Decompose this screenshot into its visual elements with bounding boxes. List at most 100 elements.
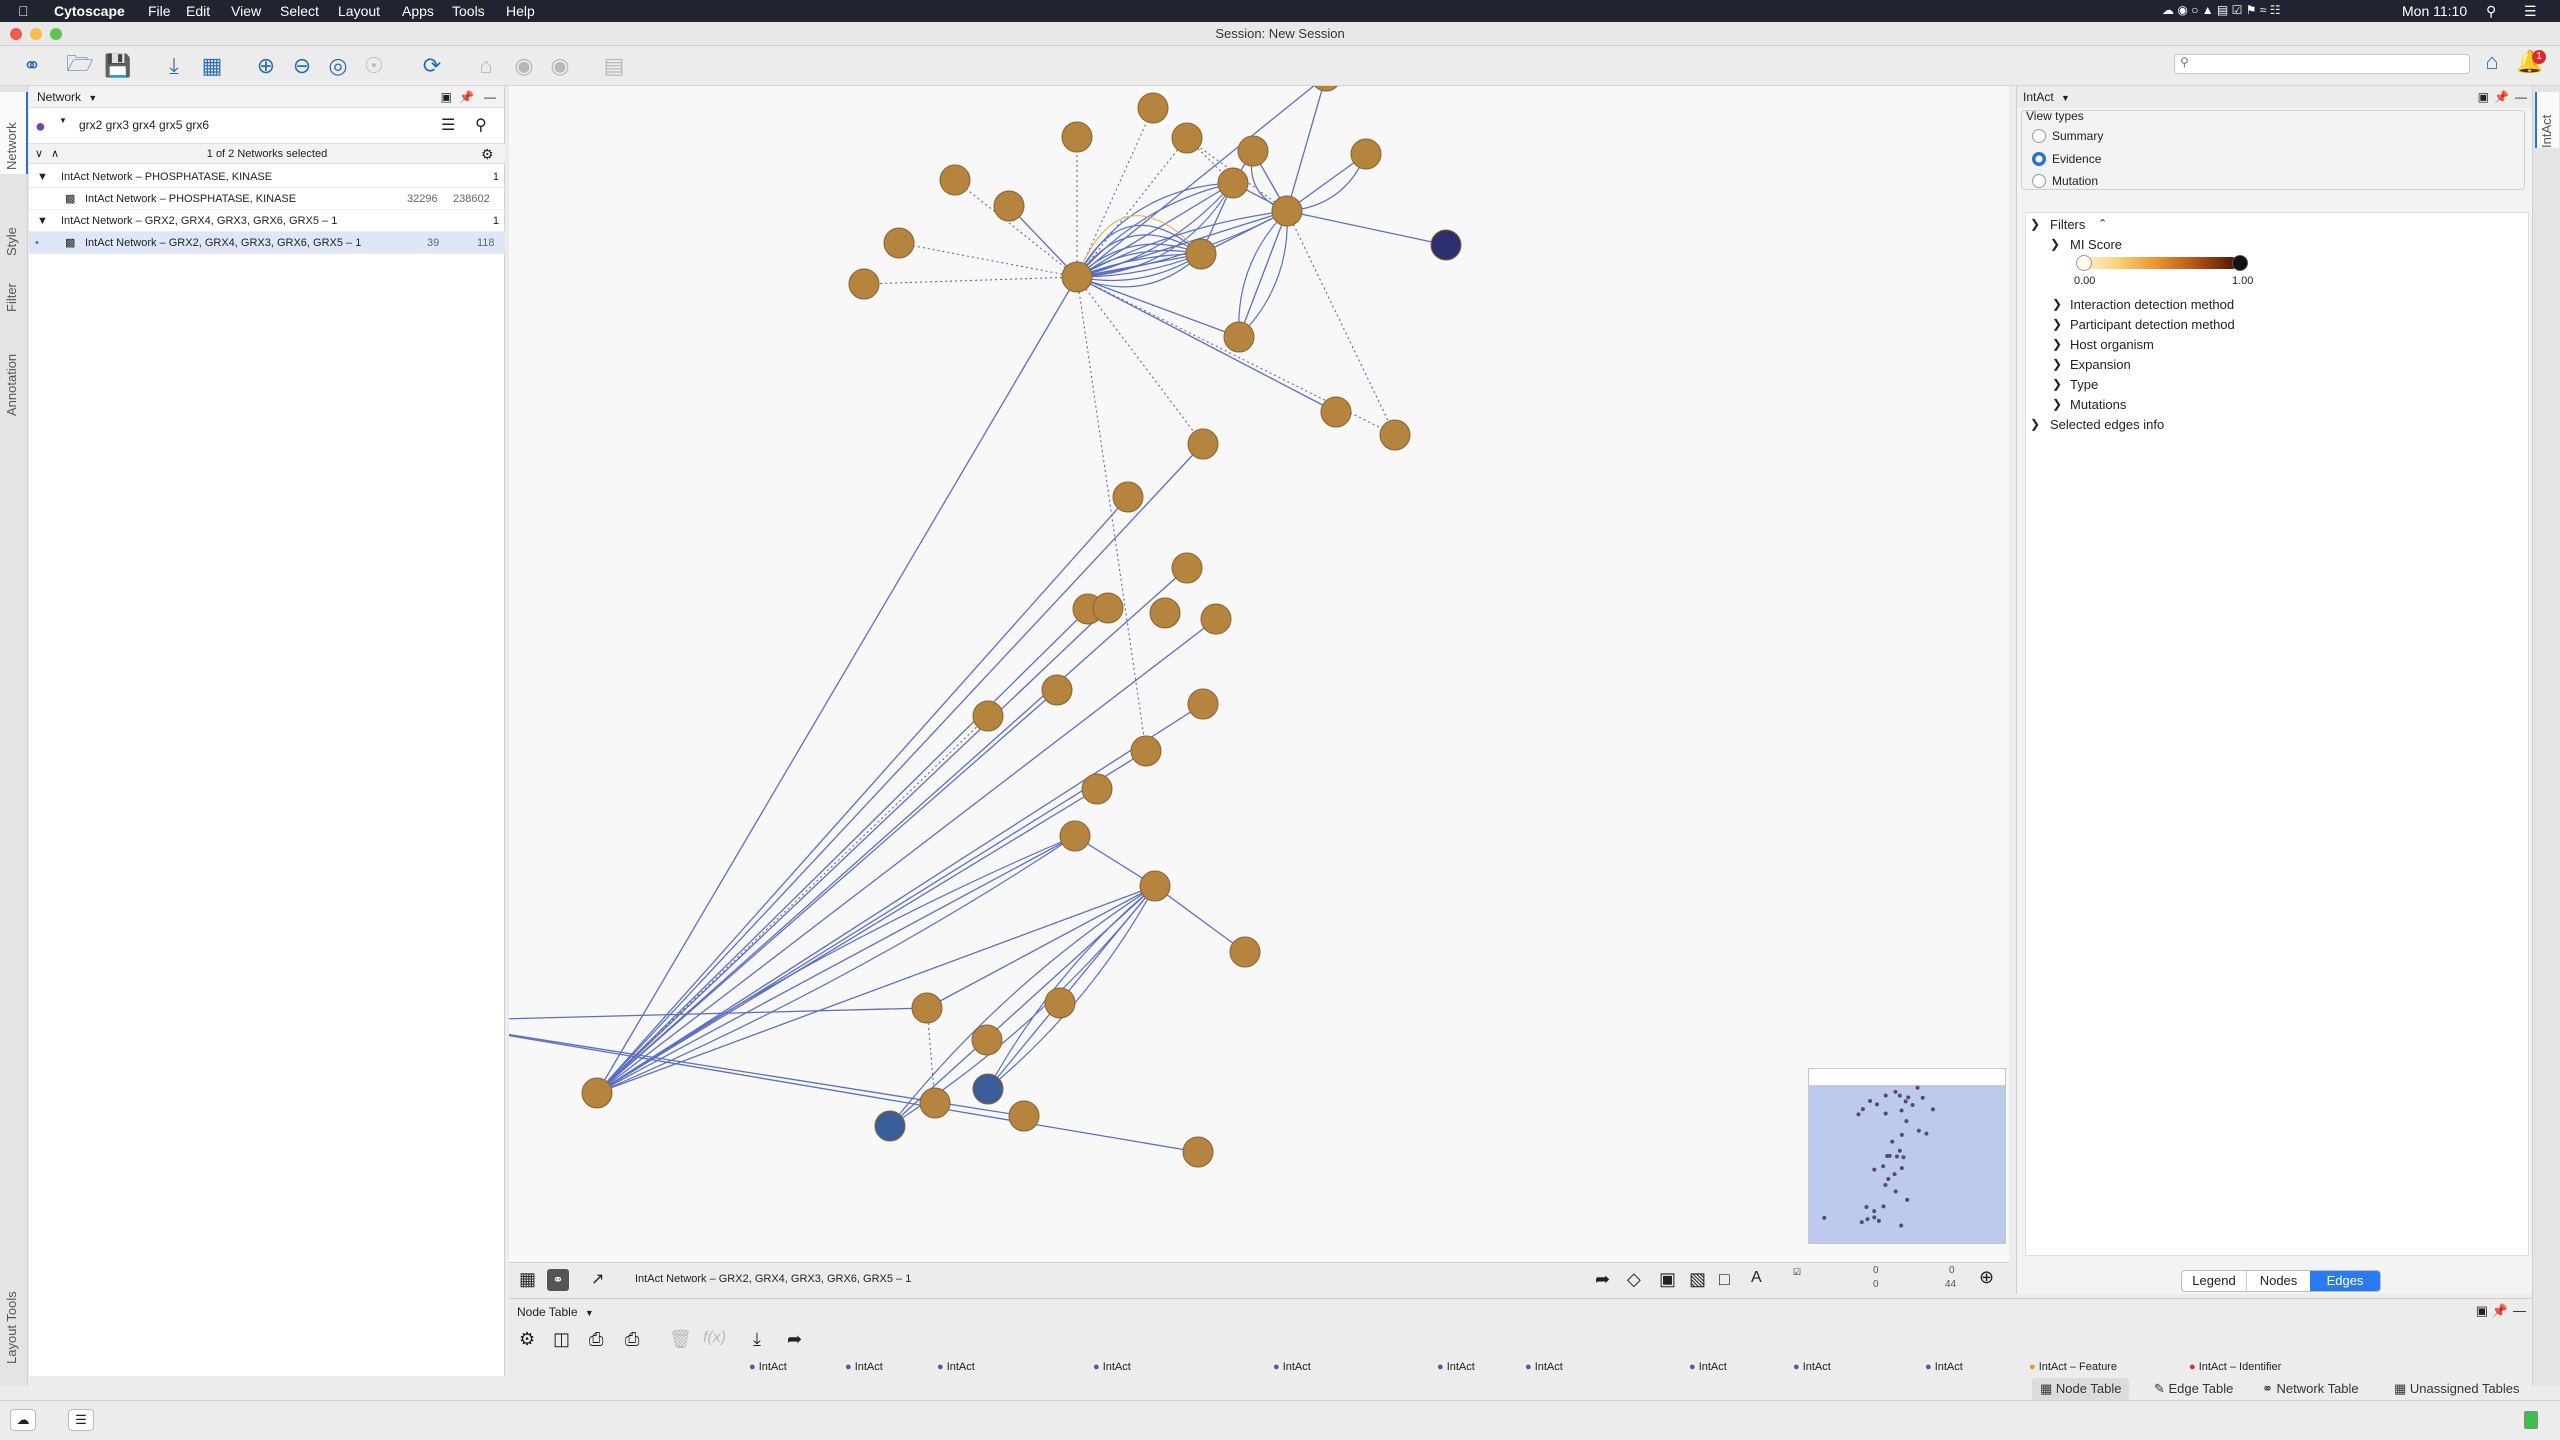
protein-node[interactable] xyxy=(1271,195,1303,227)
protein-node-circle[interactable] xyxy=(1139,870,1171,902)
pin-icon[interactable]: 📌 xyxy=(2492,1303,2508,1319)
protein-node[interactable] xyxy=(1187,428,1219,460)
interaction-edge[interactable] xyxy=(898,242,1078,278)
radio-evidence-label[interactable]: Evidence xyxy=(2052,152,2101,166)
hide-icon[interactable]: ◉ xyxy=(510,52,538,80)
protein-node[interactable] xyxy=(1112,481,1144,513)
table-column-header[interactable]: ● IntAct xyxy=(1437,1361,1475,1373)
filter-mutations[interactable]: Mutations xyxy=(2070,397,2126,412)
protein-node[interactable] xyxy=(1139,870,1171,902)
interaction-edge[interactable] xyxy=(1286,210,1447,246)
chevron-down-icon[interactable]: ▼ xyxy=(37,166,48,188)
intact-panel-title[interactable]: IntAct xyxy=(2023,90,2054,104)
chevron-down-icon[interactable]: ▼ xyxy=(88,93,97,103)
filters-label[interactable]: Filters xyxy=(2050,217,2085,232)
close-window-button[interactable] xyxy=(10,28,22,40)
protein-node[interactable] xyxy=(1187,688,1219,720)
network-panel-title[interactable]: Network xyxy=(37,90,81,104)
tab-edge-table[interactable]: ✎ Edge Table xyxy=(2146,1378,2241,1400)
radio-summary[interactable] xyxy=(2032,129,2046,143)
tab-legend[interactable]: Legend xyxy=(2182,1271,2246,1291)
minimize-panel-icon[interactable]: — xyxy=(484,86,496,108)
minimize-panel-icon[interactable]: — xyxy=(2513,1303,2526,1318)
protein-node[interactable] xyxy=(1149,597,1181,629)
zoom-selected-icon[interactable]: ☉ xyxy=(360,52,388,80)
protein-node[interactable] xyxy=(1137,92,1169,124)
interaction-edge[interactable] xyxy=(1154,885,1246,953)
protein-node[interactable] xyxy=(911,992,943,1024)
protein-node[interactable] xyxy=(848,268,880,300)
search-options-icon[interactable]: ☰ xyxy=(441,115,455,135)
protein-node[interactable] xyxy=(1430,229,1462,261)
zoom-fit-icon[interactable]: ◎ xyxy=(324,52,352,80)
chevron-down-icon[interactable]: ▼ xyxy=(2061,93,2070,103)
table-column-header[interactable]: ● IntAct xyxy=(1093,1361,1131,1373)
interaction-edge[interactable] xyxy=(596,715,989,1094)
filter-host-organism[interactable]: Host organism xyxy=(2070,337,2154,352)
protein-node-circle[interactable] xyxy=(1320,396,1352,428)
interaction-edge[interactable] xyxy=(596,608,1089,1094)
open-folder-icon[interactable]: 🗁 xyxy=(66,51,94,80)
protein-node[interactable] xyxy=(1182,1136,1214,1168)
protein-node-circle[interactable] xyxy=(1061,261,1093,293)
chevron-down-icon[interactable]: ▼ xyxy=(585,1308,594,1318)
chevron-right-icon[interactable]: ❯ xyxy=(2052,337,2062,351)
interaction-edge[interactable] xyxy=(1076,276,1337,413)
mi-score-label[interactable]: MI Score xyxy=(2070,237,2122,252)
protein-node[interactable] xyxy=(1041,674,1073,706)
tab-nodes[interactable]: Nodes xyxy=(2246,1271,2310,1291)
protein-node-circle[interactable] xyxy=(1059,820,1091,852)
delete-column-icon[interactable]: 🗑 xyxy=(669,1329,692,1350)
radio-summary-label[interactable]: Summary xyxy=(2052,129,2103,143)
interaction-edge[interactable] xyxy=(596,835,1076,1094)
selected-edges-info[interactable]: Selected edges info xyxy=(2050,417,2164,432)
protein-node[interactable] xyxy=(993,190,1025,222)
tab-style[interactable]: Style xyxy=(4,227,19,256)
protein-node-circle[interactable] xyxy=(993,190,1025,222)
protein-node-circle[interactable] xyxy=(1185,238,1217,270)
tab-edges[interactable]: Edges xyxy=(2310,1271,2380,1291)
memory-status-icon[interactable] xyxy=(2524,1411,2538,1429)
protein-node-circle[interactable] xyxy=(1182,1136,1214,1168)
protein-node-circle[interactable] xyxy=(1171,122,1203,154)
protein-node-circle[interactable] xyxy=(1008,1100,1040,1132)
radio-mutation[interactable] xyxy=(2032,174,2046,188)
radio-evidence[interactable] xyxy=(2032,152,2046,166)
protein-node[interactable] xyxy=(1320,396,1352,428)
column-view-icon[interactable]: ◫ xyxy=(553,1329,570,1350)
grid-view-icon[interactable]: ▦ xyxy=(519,1269,536,1290)
protein-node-circle[interactable] xyxy=(972,700,1004,732)
export-table-icon[interactable]: ➦ xyxy=(787,1329,802,1350)
chevron-right-icon[interactable]: ❯ xyxy=(2052,317,2062,331)
table-column-header[interactable]: ● IntAct xyxy=(937,1361,975,1373)
menu-file[interactable]: File xyxy=(148,3,171,19)
protein-node-circle[interactable] xyxy=(972,1073,1004,1105)
zoom-window-button[interactable] xyxy=(50,28,62,40)
protein-node-circle[interactable] xyxy=(939,164,971,196)
select-edges-icon[interactable]: ▧ xyxy=(1689,1269,1706,1290)
interaction-edge[interactable] xyxy=(863,276,1078,285)
protein-node[interactable] xyxy=(1350,138,1382,170)
table-column-header[interactable]: ● IntAct xyxy=(1793,1361,1831,1373)
network-search-field[interactable]: grx2 grx3 grx4 grx5 grx6 xyxy=(79,118,209,132)
interaction-edge[interactable] xyxy=(1076,276,1240,338)
protein-node-circle[interactable] xyxy=(919,1087,951,1119)
home-network-icon[interactable]: ⌂ xyxy=(472,52,500,80)
birds-eye-view[interactable] xyxy=(1808,1068,2006,1244)
protein-node[interactable] xyxy=(1061,121,1093,153)
app-menu[interactable]: Cytoscape xyxy=(54,3,125,19)
pin-icon[interactable]: 📌 xyxy=(2494,86,2509,108)
protein-node[interactable] xyxy=(1130,735,1162,767)
protein-node-circle[interactable] xyxy=(1350,138,1382,170)
protein-node-circle[interactable] xyxy=(1061,121,1093,153)
chevron-down-icon[interactable]: ▼ xyxy=(37,210,48,232)
protein-node[interactable] xyxy=(1008,1100,1040,1132)
protein-node[interactable] xyxy=(1217,167,1249,199)
protein-node-circle[interactable] xyxy=(1430,229,1462,261)
protein-node-circle[interactable] xyxy=(1137,92,1169,124)
pin-icon[interactable]: 📌 xyxy=(459,86,474,108)
menu-layout[interactable]: Layout xyxy=(338,3,380,19)
link-table-icon[interactable]: ⎙ xyxy=(589,1329,603,1350)
node-shape-icon[interactable]: ◇ xyxy=(1627,1269,1641,1290)
control-center-icon[interactable]: ☰ xyxy=(2524,3,2537,20)
